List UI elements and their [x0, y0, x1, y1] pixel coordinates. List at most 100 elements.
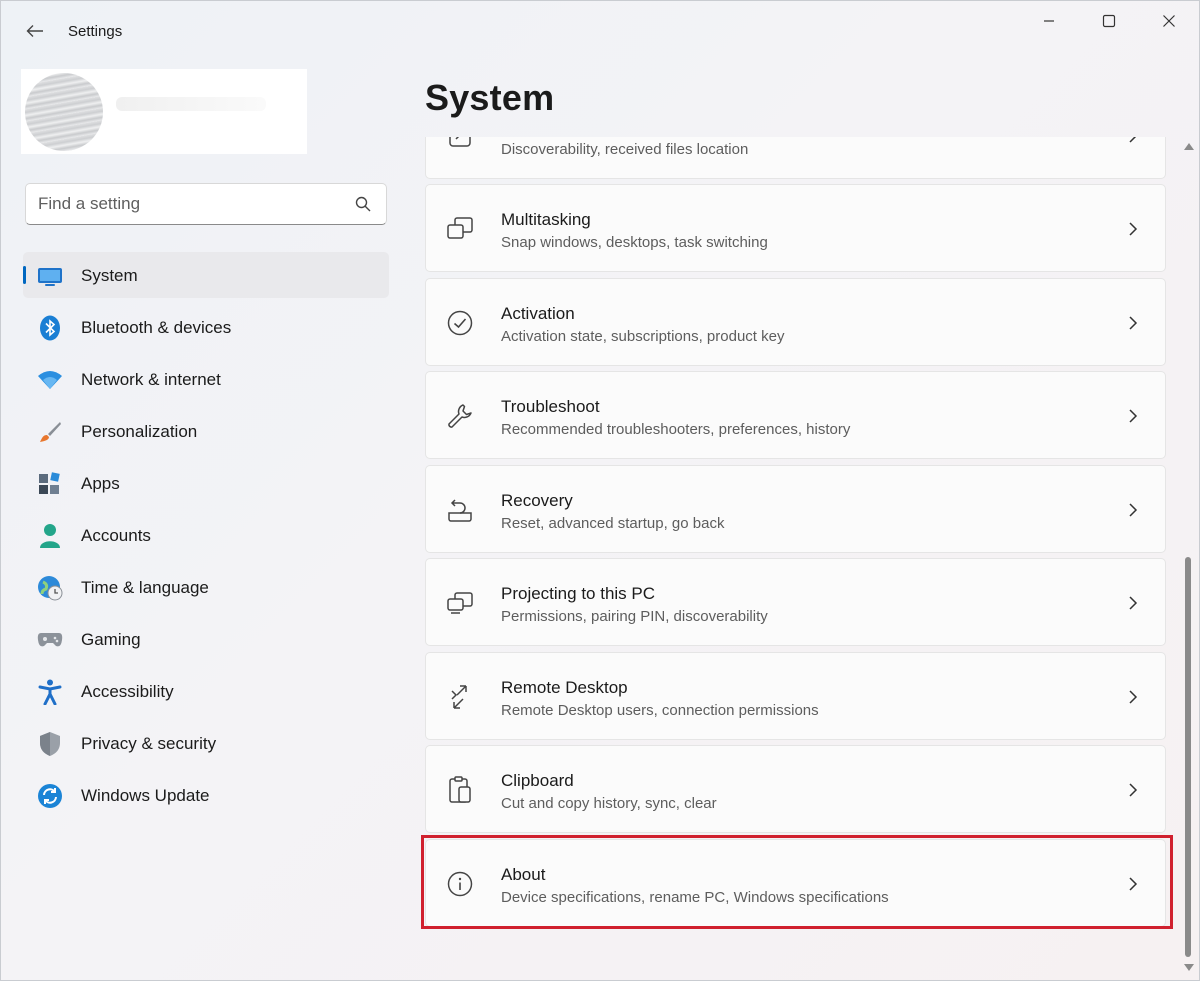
minimize-icon: [1044, 20, 1054, 22]
card-title: Projecting to this PC: [501, 584, 656, 603]
card-about[interactable]: About Device specifications, rename PC, …: [425, 839, 1166, 927]
sidebar-item-label: Privacy & security: [81, 734, 217, 753]
chevron-right-icon: [1129, 877, 1138, 891]
recovery-icon: [446, 496, 474, 524]
card-subtitle: Reset, advanced startup, go back: [501, 515, 725, 532]
sidebar-item-personalization[interactable]: Personalization: [23, 408, 389, 454]
sidebar-item-label: Gaming: [81, 630, 141, 649]
chevron-right-icon: [1129, 222, 1138, 236]
scroll-down-arrow-icon[interactable]: [1184, 964, 1194, 971]
sidebar-item-apps[interactable]: Apps: [23, 460, 389, 506]
maximize-icon: [1102, 14, 1116, 28]
card-subtitle: Permissions, pairing PIN, discoverabilit…: [501, 608, 768, 625]
time-language-icon: [37, 575, 63, 601]
projecting-icon: [446, 589, 474, 617]
chevron-right-icon: [1129, 690, 1138, 704]
remote-desktop-icon: [446, 683, 474, 711]
clipboard-icon: [446, 776, 474, 804]
settings-list: Discoverability, received files location…: [421, 137, 1173, 981]
search-input[interactable]: [38, 192, 338, 216]
chevron-right-icon: [1129, 137, 1137, 143]
shield-icon: [37, 731, 63, 757]
multitasking-icon: [446, 215, 474, 243]
scroll-up-arrow-icon[interactable]: [1184, 143, 1194, 150]
card-subtitle: Cut and copy history, sync, clear: [501, 795, 717, 812]
card-title: Activation: [501, 304, 575, 323]
page-title: System: [425, 77, 555, 118]
back-arrow-icon: [26, 25, 43, 37]
scrollbar[interactable]: [1181, 137, 1195, 973]
sidebar-item-label: Bluetooth & devices: [81, 318, 232, 337]
close-icon: [1163, 15, 1175, 27]
search-box[interactable]: [25, 183, 387, 225]
search-icon[interactable]: [354, 195, 372, 213]
chevron-right-icon: [1129, 409, 1138, 423]
card-title: Recovery: [501, 491, 573, 510]
card-title: Remote Desktop: [501, 678, 628, 697]
info-icon: [446, 870, 474, 898]
user-profile[interactable]: [21, 69, 307, 154]
scrollbar-thumb[interactable]: [1185, 557, 1191, 957]
system-icon: [37, 263, 63, 289]
chevron-right-icon: [1129, 316, 1138, 330]
sidebar-item-network[interactable]: Network & internet: [23, 356, 389, 402]
card-subtitle: Remote Desktop users, connection permiss…: [501, 702, 819, 719]
settings-window: Settings System Bluetooth: [0, 0, 1200, 981]
sidebar-item-time-language[interactable]: Time & language: [23, 564, 389, 610]
card-activation[interactable]: Activation Activation state, subscriptio…: [425, 278, 1166, 366]
sidebar-item-label: Time & language: [81, 578, 209, 597]
sidebar-item-label: System: [81, 266, 138, 285]
card-clipboard[interactable]: Clipboard Cut and copy history, sync, cl…: [425, 745, 1166, 833]
activation-icon: [446, 309, 474, 337]
apps-icon: [37, 471, 63, 497]
avatar: [25, 73, 103, 151]
card-title: Clipboard: [501, 771, 574, 790]
app-title: Settings: [68, 23, 123, 40]
user-name-redacted: [116, 97, 266, 111]
card-subtitle: Discoverability, received files location: [501, 141, 749, 158]
sidebar-item-bluetooth[interactable]: Bluetooth & devices: [23, 304, 389, 350]
minimize-button[interactable]: [1021, 5, 1077, 37]
sidebar-nav: System Bluetooth & devices Network & int…: [23, 252, 389, 824]
sidebar-item-gaming[interactable]: Gaming: [23, 616, 389, 662]
sidebar-item-label: Windows Update: [81, 786, 210, 805]
sidebar-item-label: Apps: [81, 474, 120, 493]
card-title: Multitasking: [501, 210, 591, 229]
chevron-right-icon: [1129, 503, 1138, 517]
wrench-icon: [446, 402, 474, 430]
sidebar-item-privacy-security[interactable]: Privacy & security: [23, 720, 389, 766]
card-remote-desktop[interactable]: Remote Desktop Remote Desktop users, con…: [425, 652, 1166, 740]
bluetooth-icon: [37, 315, 63, 341]
chevron-right-icon: [1129, 596, 1138, 610]
sidebar-item-label: Personalization: [81, 422, 198, 441]
card-subtitle: Device specifications, rename PC, Window…: [501, 889, 889, 906]
sidebar-item-system[interactable]: System: [23, 252, 389, 298]
wifi-icon: [37, 367, 63, 393]
sidebar-item-label: Accounts: [81, 526, 151, 545]
brush-icon: [37, 419, 63, 445]
title-bar: Settings: [1, 1, 1199, 61]
card-nearby-sharing[interactable]: Discoverability, received files location: [425, 137, 1166, 179]
accessibility-icon: [37, 679, 63, 705]
chevron-right-icon: [1129, 783, 1138, 797]
sidebar-item-accessibility[interactable]: Accessibility: [23, 668, 389, 714]
card-recovery[interactable]: Recovery Reset, advanced startup, go bac…: [425, 465, 1166, 553]
nearby-sharing-icon: [446, 137, 474, 150]
card-subtitle: Activation state, subscriptions, product…: [501, 328, 785, 345]
accounts-icon: [37, 523, 63, 549]
sidebar-item-label: Accessibility: [81, 682, 174, 701]
windows-update-icon: [37, 783, 63, 809]
card-multitasking[interactable]: Multitasking Snap windows, desktops, tas…: [425, 184, 1166, 272]
card-subtitle: Recommended troubleshooters, preferences…: [501, 421, 851, 438]
sidebar-item-label: Network & internet: [81, 370, 221, 389]
card-title: Troubleshoot: [501, 397, 600, 416]
close-button[interactable]: [1141, 5, 1197, 37]
sidebar-item-accounts[interactable]: Accounts: [23, 512, 389, 558]
card-title: About: [501, 865, 546, 884]
back-button[interactable]: [19, 17, 51, 45]
card-projecting[interactable]: Projecting to this PC Permissions, pairi…: [425, 558, 1166, 646]
maximize-button[interactable]: [1081, 5, 1137, 37]
card-subtitle: Snap windows, desktops, task switching: [501, 234, 768, 251]
sidebar-item-windows-update[interactable]: Windows Update: [23, 772, 389, 818]
card-troubleshoot[interactable]: Troubleshoot Recommended troubleshooters…: [425, 371, 1166, 459]
